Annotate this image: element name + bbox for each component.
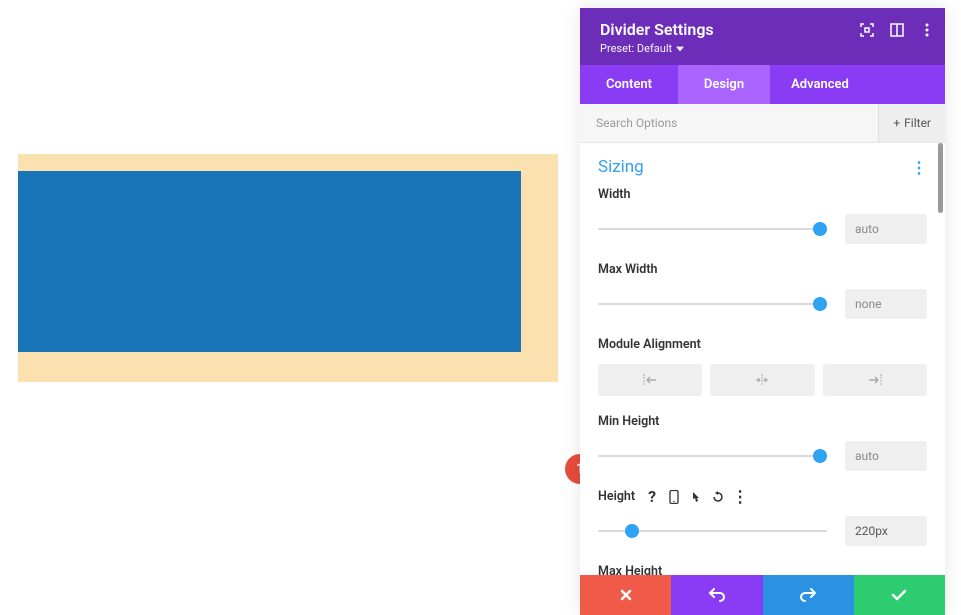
height-slider[interactable] bbox=[598, 524, 827, 538]
expand-icon[interactable] bbox=[859, 22, 875, 38]
slider-thumb[interactable] bbox=[813, 449, 827, 463]
search-input[interactable] bbox=[580, 104, 878, 142]
max-width-label: Max Width bbox=[598, 262, 658, 277]
section-title: Sizing bbox=[598, 157, 644, 177]
section-kebab-icon[interactable]: ⋮ bbox=[911, 158, 927, 177]
option-alignment: Module Alignment bbox=[598, 337, 927, 396]
tab-content[interactable]: Content bbox=[580, 65, 678, 104]
min-height-slider[interactable] bbox=[598, 449, 827, 463]
alignment-label: Module Alignment bbox=[598, 337, 701, 352]
plus-icon: + bbox=[893, 116, 900, 130]
slider-thumb[interactable] bbox=[625, 524, 639, 538]
option-height: Height ? ⋮ bbox=[598, 489, 927, 546]
scrollbar-thumb[interactable] bbox=[938, 143, 943, 213]
width-input[interactable] bbox=[845, 214, 927, 244]
undo-icon bbox=[708, 588, 726, 602]
caret-down-icon bbox=[676, 45, 684, 53]
option-max-width: Max Width bbox=[598, 262, 927, 319]
redo-icon bbox=[799, 588, 817, 602]
preset-label: Preset: Default bbox=[600, 42, 672, 55]
align-center-icon bbox=[754, 374, 770, 386]
reset-icon[interactable] bbox=[711, 490, 725, 504]
option-min-height: Min Height bbox=[598, 414, 927, 471]
panel-body: Sizing ⋮ Width Max Width bbox=[580, 143, 945, 575]
check-icon bbox=[891, 589, 907, 601]
max-height-label: Max Height bbox=[598, 564, 662, 575]
height-input[interactable] bbox=[845, 516, 927, 546]
preview-section bbox=[18, 154, 558, 382]
tabs: Content Design Advanced bbox=[580, 65, 945, 104]
option-width: Width bbox=[598, 187, 927, 244]
panel-footer bbox=[580, 575, 945, 615]
kebab-icon[interactable]: ⋮ bbox=[733, 490, 747, 504]
phone-icon[interactable] bbox=[667, 490, 681, 504]
max-width-input[interactable] bbox=[845, 289, 927, 319]
align-right-icon bbox=[867, 374, 883, 386]
align-left-button[interactable] bbox=[598, 364, 702, 396]
min-height-label: Min Height bbox=[598, 414, 659, 429]
preview-divider bbox=[18, 171, 521, 352]
filter-button[interactable]: + Filter bbox=[878, 104, 945, 142]
align-right-button[interactable] bbox=[823, 364, 927, 396]
filter-label: Filter bbox=[904, 116, 931, 130]
option-max-height: Max Height bbox=[598, 564, 927, 575]
tab-advanced[interactable]: Advanced bbox=[770, 65, 870, 104]
kebab-icon[interactable] bbox=[919, 22, 935, 38]
panel-header: Divider Settings Preset: Default bbox=[580, 8, 945, 65]
settings-panel: Divider Settings Preset: Default Content… bbox=[580, 8, 945, 615]
slider-thumb[interactable] bbox=[813, 297, 827, 311]
undo-button[interactable] bbox=[671, 575, 762, 615]
close-button[interactable] bbox=[580, 575, 671, 615]
preset-dropdown[interactable]: Preset: Default bbox=[600, 42, 929, 55]
redo-button[interactable] bbox=[763, 575, 854, 615]
max-width-slider[interactable] bbox=[598, 297, 827, 311]
save-button[interactable] bbox=[854, 575, 945, 615]
close-icon bbox=[619, 588, 633, 602]
search-row: + Filter bbox=[580, 104, 945, 143]
width-slider[interactable] bbox=[598, 222, 827, 236]
height-label: Height bbox=[598, 489, 635, 504]
align-left-icon bbox=[642, 374, 658, 386]
slider-thumb[interactable] bbox=[813, 222, 827, 236]
min-height-input[interactable] bbox=[845, 441, 927, 471]
columns-icon[interactable] bbox=[889, 22, 905, 38]
hover-icon[interactable] bbox=[689, 490, 703, 504]
width-label: Width bbox=[598, 187, 630, 202]
tab-design[interactable]: Design bbox=[678, 65, 770, 104]
help-icon[interactable]: ? bbox=[645, 490, 659, 504]
align-center-button[interactable] bbox=[710, 364, 814, 396]
